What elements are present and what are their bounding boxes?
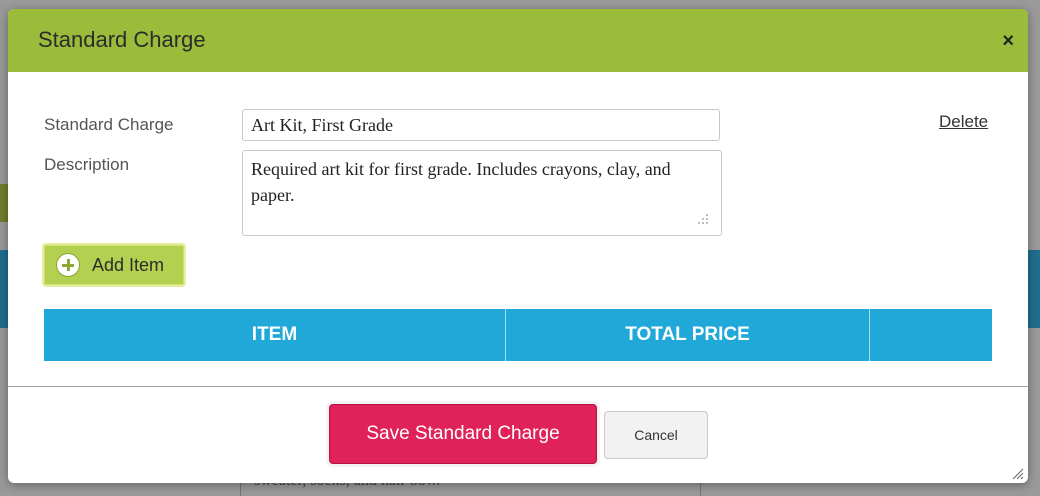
standard-charge-modal: Standard Charge × Standard Charge Art Ki… bbox=[8, 9, 1028, 483]
column-header-actions bbox=[870, 309, 992, 361]
modal-header: Standard Charge × bbox=[8, 9, 1028, 72]
resize-grip-icon[interactable] bbox=[697, 213, 709, 225]
modal-title: Standard Charge bbox=[38, 27, 206, 52]
plus-icon bbox=[56, 253, 80, 277]
column-header-item: ITEM bbox=[44, 309, 506, 361]
footer-divider bbox=[8, 386, 1028, 387]
add-item-label: Add Item bbox=[92, 254, 165, 275]
description-text: Required art kit for first grade. Includ… bbox=[251, 159, 671, 205]
save-standard-charge-button[interactable]: Save Standard Charge bbox=[329, 404, 597, 464]
modal-resize-icon[interactable] bbox=[1012, 468, 1024, 480]
cancel-button[interactable]: Cancel bbox=[604, 411, 708, 459]
add-item-button[interactable]: Add Item bbox=[42, 243, 186, 287]
standard-charge-input[interactable]: Art Kit, First Grade bbox=[242, 109, 720, 141]
items-table-header: ITEM TOTAL PRICE bbox=[44, 309, 992, 361]
description-textarea[interactable]: Required art kit for first grade. Includ… bbox=[242, 150, 722, 236]
close-icon[interactable]: × bbox=[1002, 31, 1014, 51]
delete-link[interactable]: Delete bbox=[939, 112, 988, 132]
description-label: Description bbox=[44, 155, 130, 174]
background-blue-strip-right bbox=[1028, 250, 1040, 328]
standard-charge-label: Standard Charge bbox=[44, 115, 174, 134]
column-header-total-price: TOTAL PRICE bbox=[506, 309, 870, 361]
